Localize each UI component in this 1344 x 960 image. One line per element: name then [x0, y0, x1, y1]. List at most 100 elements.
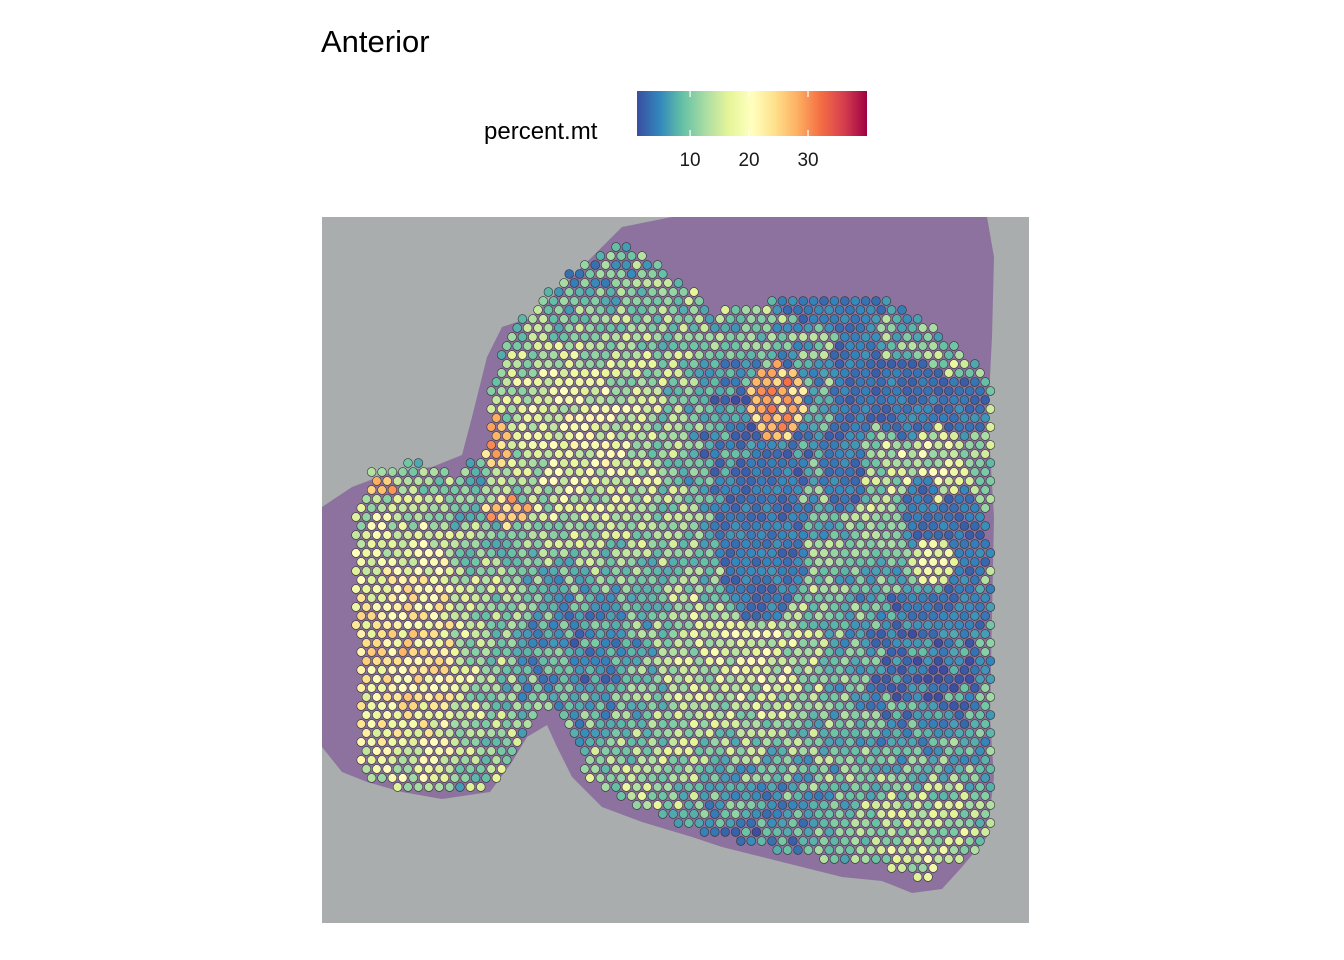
spot [881, 440, 892, 450]
spot [767, 296, 777, 306]
spot [907, 341, 918, 351]
spot [398, 755, 408, 765]
spot [944, 620, 954, 630]
spot [673, 386, 684, 396]
spot [980, 575, 990, 585]
spot [439, 701, 450, 711]
spot [829, 350, 840, 360]
spot [751, 647, 762, 657]
spot [611, 602, 621, 612]
spot [746, 800, 756, 810]
spot [533, 485, 543, 495]
spot [647, 377, 658, 387]
spot [970, 593, 980, 603]
spot [600, 476, 611, 486]
spot [382, 584, 392, 594]
spot [736, 656, 746, 666]
spot [663, 278, 673, 288]
spot [788, 494, 798, 504]
spot [528, 710, 538, 720]
spot [886, 647, 897, 657]
spot [772, 827, 782, 837]
spot [923, 674, 933, 684]
spot [434, 566, 444, 576]
spot [746, 458, 756, 468]
spot [528, 458, 538, 468]
spot [876, 323, 886, 333]
spot [408, 665, 418, 675]
spot [507, 530, 517, 540]
spot [439, 737, 450, 747]
spot [434, 602, 444, 612]
spot [746, 638, 756, 648]
spot [938, 809, 949, 819]
spot [574, 485, 585, 495]
spot [902, 422, 912, 432]
spot [912, 638, 923, 648]
spot [788, 710, 798, 720]
spot [980, 773, 990, 783]
spot [543, 557, 554, 567]
spot [517, 620, 528, 630]
spot [621, 674, 632, 684]
spot [720, 323, 730, 333]
spot [959, 395, 970, 405]
spot [694, 728, 704, 738]
spot [954, 800, 964, 810]
spot [632, 656, 642, 666]
spot [871, 458, 881, 468]
spot [564, 593, 574, 603]
spot [366, 503, 377, 513]
spot [512, 485, 522, 495]
spot [678, 575, 689, 585]
spot [689, 503, 699, 513]
spot [684, 782, 694, 792]
spot [793, 503, 803, 513]
spot [938, 647, 949, 657]
spot [860, 296, 871, 306]
spot [559, 494, 569, 504]
spot [788, 296, 798, 306]
spot [684, 728, 694, 738]
spot [886, 305, 897, 315]
spot [424, 494, 434, 504]
spot [517, 386, 528, 396]
spot [647, 503, 658, 513]
spot [840, 476, 850, 486]
spot [403, 638, 413, 648]
spot [710, 413, 720, 423]
spot [918, 323, 928, 333]
spot [678, 503, 689, 513]
spot [938, 341, 949, 351]
spot [590, 314, 600, 324]
spot [658, 719, 668, 729]
spot [418, 521, 429, 531]
spot [543, 287, 554, 297]
spot [616, 701, 626, 711]
spot [902, 836, 912, 846]
spot [985, 638, 996, 648]
spot [829, 854, 840, 864]
spot [912, 368, 923, 378]
spot [897, 503, 907, 513]
spot [486, 602, 496, 612]
spot [912, 530, 923, 540]
spot [689, 665, 699, 675]
spot [876, 683, 886, 693]
spot [502, 485, 512, 495]
spot [632, 638, 642, 648]
spot [470, 575, 481, 585]
spot [808, 818, 819, 828]
spot [554, 413, 564, 423]
spot [424, 548, 434, 558]
spot [710, 827, 720, 837]
spot [876, 719, 886, 729]
spot [491, 593, 502, 603]
spot [970, 845, 980, 855]
spot [725, 404, 736, 414]
spot [694, 620, 704, 630]
spot [616, 485, 626, 495]
spot [496, 548, 507, 558]
spot [424, 764, 434, 774]
spot [408, 737, 418, 747]
